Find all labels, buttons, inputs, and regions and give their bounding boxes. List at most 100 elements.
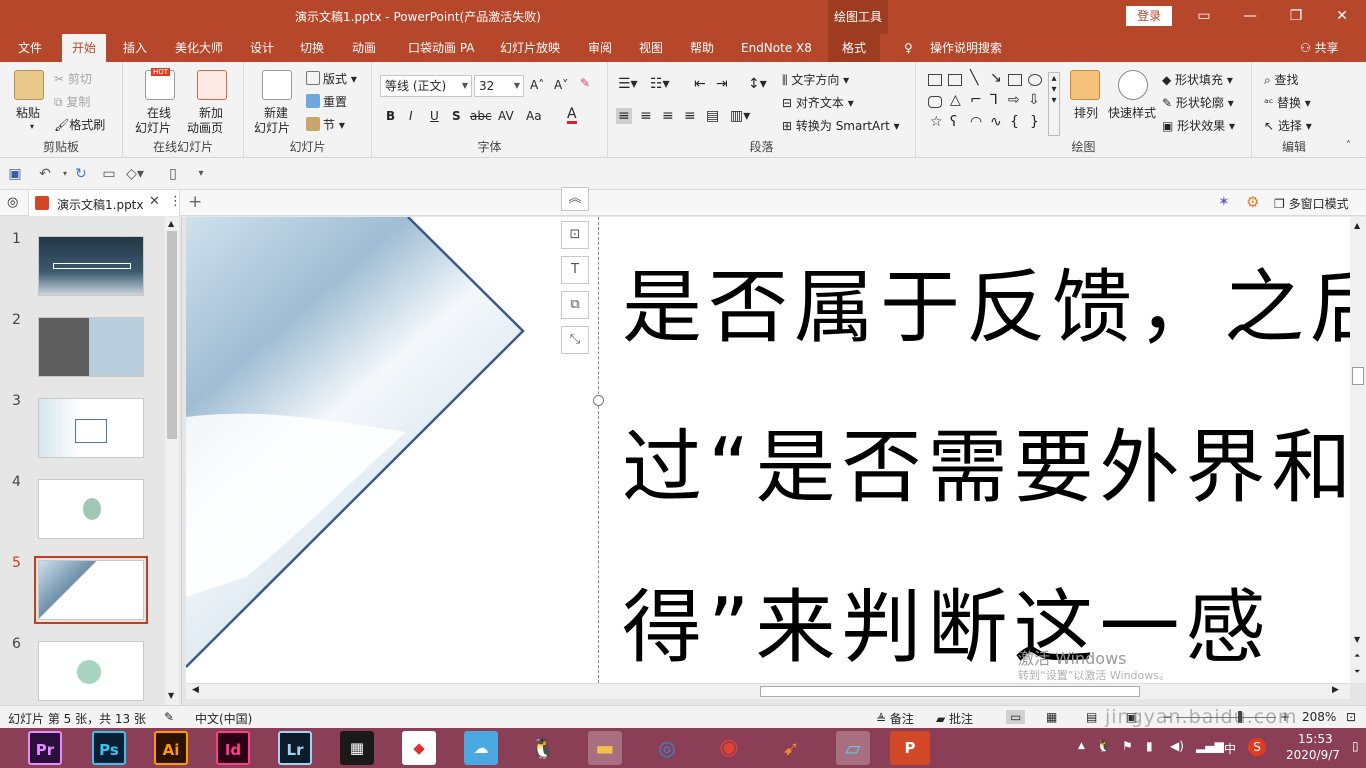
increase-indent-icon[interactable]: ⇥ [716, 76, 728, 92]
columns-icon[interactable]: ▥▾ [730, 108, 750, 124]
prev-slide-icon[interactable]: ⏶ [1354, 651, 1360, 661]
change-case-button[interactable]: Aa [526, 109, 542, 123]
new-slide-line2[interactable]: 幻灯片 [254, 119, 290, 136]
scroll-up-icon[interactable]: ▲ [1354, 221, 1360, 230]
tab-insert[interactable]: 插入 [123, 34, 147, 62]
flag-tray-icon[interactable]: ⚑ [1122, 739, 1133, 753]
shape-arrow-icon[interactable]: ↘ [990, 70, 1002, 86]
text-box-icon[interactable]: T [561, 256, 589, 284]
network-icon[interactable]: ▂▄▆ [1196, 739, 1224, 753]
slide-horizontal-scrollbar[interactable]: ◀ ▶ [186, 683, 1350, 699]
shape-triangle-icon[interactable]: △ [950, 92, 961, 108]
thumbnails-scrollbar[interactable]: ▲ ▼ [165, 217, 179, 705]
touch-mode-icon[interactable]: ◇▾ [126, 165, 144, 183]
indesign-app[interactable]: Id [216, 731, 250, 765]
normal-view-icon[interactable]: ▭ [1006, 710, 1026, 724]
spellcheck-icon[interactable]: ✎ [164, 710, 174, 724]
shape-outline-button[interactable]: ✎ 形状轮廓 ▾ [1162, 94, 1234, 111]
font-color-button[interactable]: A [567, 107, 577, 124]
tell-me-search[interactable]: 操作说明搜索 [930, 34, 1002, 62]
thumbnails-scroll-thumb[interactable] [167, 231, 177, 439]
login-button[interactable]: 登录 [1126, 6, 1172, 26]
chrome-icon[interactable]: ◉ [712, 731, 746, 765]
thunder-download-icon[interactable]: ➹ [774, 731, 808, 765]
underline-button[interactable]: U [430, 109, 439, 123]
collapse-ribbon-icon[interactable]: ˄ [1346, 140, 1351, 151]
comments-button[interactable]: ▰ 批注 [936, 710, 973, 727]
scroll-down-icon[interactable]: ▼ [168, 691, 174, 700]
shadow-button[interactable]: S [452, 109, 461, 123]
fit-to-window-icon[interactable]: ⊡ [1346, 710, 1356, 724]
select-button[interactable]: ↖ 选择 ▾ [1264, 117, 1312, 134]
new-anim-line2[interactable]: 动画页 [187, 119, 223, 136]
scroll-up-icon[interactable]: ▲ [168, 219, 174, 228]
cloud-app-icon[interactable]: ☁ [464, 731, 498, 765]
line-spacing-icon[interactable]: ↕▾ [748, 76, 767, 92]
tab-meihua[interactable]: 美化大师 [175, 34, 223, 62]
tab-format[interactable]: 格式 [828, 34, 881, 62]
cut-button[interactable]: ✂ 剪切 [54, 70, 92, 87]
input-method[interactable]: 中 [1224, 740, 1236, 757]
new-file-icon[interactable]: ▯ [164, 165, 182, 183]
slide-thumbnail-3[interactable] [38, 398, 144, 458]
shape-fill-button[interactable]: ◆ 形状填充 ▾ [1162, 71, 1233, 88]
shape-line-icon[interactable]: ╲ [970, 70, 978, 86]
qq-penguin-icon[interactable]: 🐧 [526, 731, 560, 765]
undo-icon[interactable]: ↶ [36, 165, 54, 183]
zoom-level[interactable]: 208% [1302, 710, 1336, 724]
paste-dropdown-icon[interactable]: ▾ [30, 122, 34, 131]
magic-icon[interactable]: ✶ [1218, 194, 1230, 210]
shape-elbow-icon[interactable]: ⌐ [970, 92, 982, 108]
clear-format-icon[interactable]: ✎ [580, 76, 590, 90]
tab-help[interactable]: 帮助 [690, 34, 714, 62]
close-tab-icon[interactable]: ✕ [149, 194, 160, 209]
scroll-down-icon[interactable]: ▼ [1354, 635, 1360, 644]
tab-review[interactable]: 审阅 [588, 34, 612, 62]
shape-brace-right-icon[interactable]: } [1030, 114, 1039, 130]
notes-button[interactable]: ≜ 备注 [876, 710, 914, 727]
save-icon[interactable]: ▣ [6, 165, 24, 183]
layout-button[interactable]: 版式 ▾ [306, 70, 357, 87]
illustrator-app[interactable]: Ai [154, 731, 188, 765]
shape-wave-icon[interactable]: ∿ [990, 114, 1002, 130]
slide-thumbnail-4[interactable] [38, 479, 144, 539]
slide-text-line-3[interactable]: 得”来判断这一感 [622, 563, 1271, 679]
shape-curve-icon[interactable]: ʕ [950, 114, 957, 130]
gear-icon[interactable]: ⚙ [1246, 193, 1259, 211]
bullets-icon[interactable]: ☰▾ [618, 76, 638, 92]
collapse-toolbar-icon[interactable]: ︽ [561, 187, 589, 211]
notes-app-icon[interactable]: ▱ [836, 731, 870, 765]
resize-handle[interactable] [593, 395, 604, 406]
tray-expand-icon[interactable]: ▲ [1078, 741, 1085, 751]
redo-icon[interactable]: ↻ [72, 165, 90, 183]
browser-app-icon[interactable]: ◎ [650, 731, 684, 765]
grow-font-button[interactable]: A˄ [530, 78, 544, 92]
distributed-icon[interactable]: ▤ [706, 108, 719, 124]
smartart-button[interactable]: ⊞ 转换为 SmartArt ▾ [782, 117, 900, 134]
next-slide-icon[interactable]: ⏷ [1354, 667, 1360, 677]
close-icon[interactable]: ✕ [1330, 4, 1354, 28]
slide-vertical-scrollbar[interactable]: ▲ ▼ ⏶ ⏷ [1350, 217, 1366, 683]
volume-icon[interactable]: ◀) [1170, 739, 1184, 753]
layout-options-icon[interactable]: ⊡ [561, 221, 589, 249]
font-name-select[interactable]: 等线 (正文) ▼ [380, 75, 472, 97]
customize-qat-icon[interactable]: ▾ [192, 165, 210, 183]
share-button[interactable]: ⚇ 共享 [1300, 34, 1339, 62]
copy-button[interactable]: ⧉ 复制 [54, 93, 90, 110]
scroll-left-icon[interactable]: ◀ [192, 685, 199, 695]
shape-rect-icon[interactable] [1008, 74, 1022, 86]
shape-right-arrow-icon[interactable]: ⇨ [1008, 92, 1020, 108]
tab-endnote[interactable]: EndNote X8 [741, 34, 812, 62]
multiwindow-button[interactable]: ❐ 多窗口模式 [1274, 195, 1349, 212]
slide-thumbnail-5[interactable] [34, 556, 148, 624]
start-from-beginning-icon[interactable]: ▭ [100, 165, 118, 183]
resize-icon[interactable]: ⤡ [561, 326, 589, 354]
decrease-indent-icon[interactable]: ⇤ [694, 76, 706, 92]
shapes-more-icon[interactable]: ▴ ▾ ▾ [1048, 72, 1060, 136]
numbering-icon[interactable]: ☷▾ [650, 76, 670, 92]
char-spacing-button[interactable]: AV [498, 109, 514, 123]
shape-arc-icon[interactable]: ◠ [970, 114, 982, 130]
text-direction-button[interactable]: ⫼ 文字方向 ▾ [782, 71, 849, 88]
scroll-right-icon[interactable]: ▶ [1332, 685, 1339, 695]
file-explorer-icon[interactable]: ▬ [588, 731, 622, 765]
